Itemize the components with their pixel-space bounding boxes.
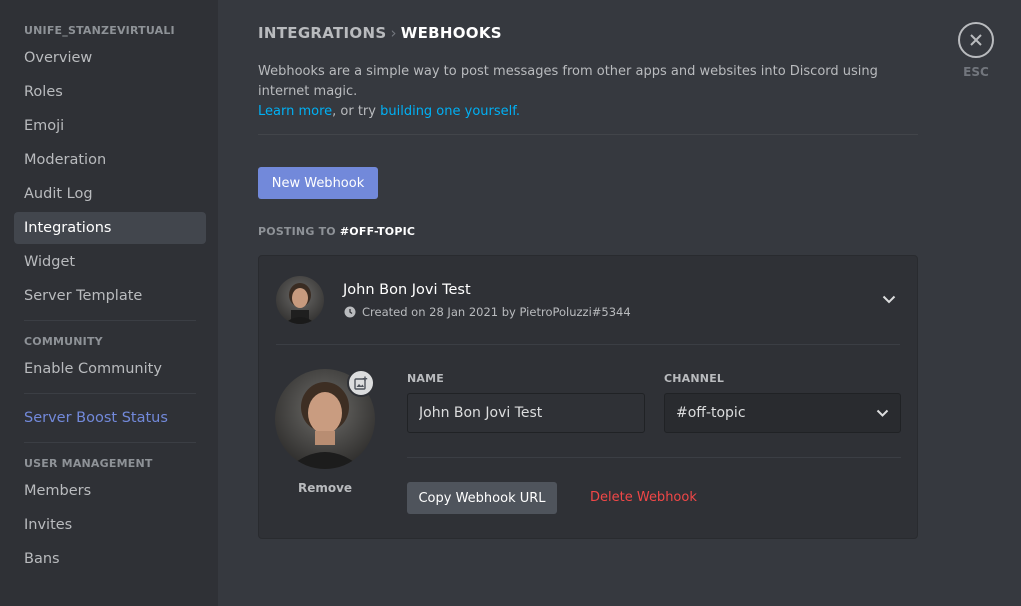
chevron-down-icon: [882, 295, 896, 303]
learn-more-link[interactable]: Learn more: [258, 104, 332, 119]
sidebar-divider: [24, 393, 196, 394]
webhook-name-input[interactable]: [407, 393, 645, 433]
clock-icon: [344, 306, 356, 318]
community-header: COMMUNITY: [24, 335, 103, 348]
new-webhook-button[interactable]: New Webhook: [258, 167, 378, 199]
collapse-webhook-button[interactable]: [879, 289, 899, 309]
server-name-header: UNIFE_STANZEVIRTUALI: [24, 24, 175, 37]
description-or-try: , or try: [332, 104, 381, 119]
posting-to-label: POSTING TO #OFF-TOPIC: [258, 225, 415, 238]
sidebar-item-integrations[interactable]: Integrations: [14, 212, 206, 244]
remove-avatar-link[interactable]: Remove: [275, 481, 375, 495]
sidebar-item-invites[interactable]: Invites: [14, 509, 206, 541]
sidebar-divider: [24, 320, 196, 321]
posting-prefix: POSTING TO: [258, 225, 340, 238]
sidebar-item-enable-community[interactable]: Enable Community: [14, 353, 206, 385]
posting-channel: #OFF-TOPIC: [339, 225, 416, 238]
webhook-created-text: Created on 28 Jan 2021 by PietroPoluzzi#…: [362, 305, 631, 319]
form-divider: [407, 457, 901, 458]
sidebar-item-overview[interactable]: Overview: [14, 42, 206, 74]
page-description: Webhooks are a simple way to post messag…: [258, 62, 918, 122]
build-one-yourself-link[interactable]: building one yourself.: [380, 104, 520, 119]
channel-label: CHANNEL: [664, 372, 725, 385]
sidebar-item-audit-log[interactable]: Audit Log: [14, 178, 206, 210]
sidebar-item-server-template[interactable]: Server Template: [14, 280, 206, 312]
webhook-avatar-small[interactable]: [276, 276, 324, 324]
webhook-name: John Bon Jovi Test: [343, 282, 471, 298]
image-upload-icon: [354, 376, 368, 390]
name-label: NAME: [407, 372, 444, 385]
description-text: Webhooks are a simple way to post messag…: [258, 64, 878, 99]
card-divider: [276, 344, 900, 345]
breadcrumb: INTEGRATIONS › WEBHOOKS: [258, 24, 502, 42]
page-title: WEBHOOKS: [400, 24, 502, 42]
copy-webhook-url-button[interactable]: Copy Webhook URL: [407, 482, 557, 514]
webhook-created-info: Created on 28 Jan 2021 by PietroPoluzzi#…: [344, 305, 631, 319]
close-button[interactable]: [958, 22, 994, 58]
webhook-card: John Bon Jovi Test Created on 28 Jan 202…: [258, 255, 918, 539]
sidebar-item-widget[interactable]: Widget: [14, 246, 206, 278]
breadcrumb-separator: ›: [390, 24, 397, 42]
section-divider: [258, 134, 918, 135]
sidebar-item-server-boost-status[interactable]: Server Boost Status: [14, 402, 206, 434]
channel-select-value: #off-topic: [676, 405, 746, 421]
user-management-header: USER MANAGEMENT: [24, 457, 153, 470]
upload-avatar-button[interactable]: [347, 369, 375, 397]
sidebar-item-members[interactable]: Members: [14, 475, 206, 507]
delete-webhook-button[interactable]: Delete Webhook: [590, 490, 697, 505]
sidebar-item-roles[interactable]: Roles: [14, 76, 206, 108]
sidebar-divider: [24, 442, 196, 443]
esc-label: ESC: [963, 65, 989, 79]
channel-select[interactable]: #off-topic: [664, 393, 901, 433]
close-icon: [970, 34, 982, 46]
close-settings: ESC: [958, 22, 994, 79]
chevron-down-icon: [876, 409, 889, 417]
sidebar-item-moderation[interactable]: Moderation: [14, 144, 206, 176]
sidebar-item-bans[interactable]: Bans: [14, 543, 206, 575]
breadcrumb-integrations[interactable]: INTEGRATIONS: [258, 24, 386, 42]
sidebar-item-emoji[interactable]: Emoji: [14, 110, 206, 142]
settings-sidebar: UNIFE_STANZEVIRTUALI Overview Roles Emoj…: [0, 0, 218, 606]
